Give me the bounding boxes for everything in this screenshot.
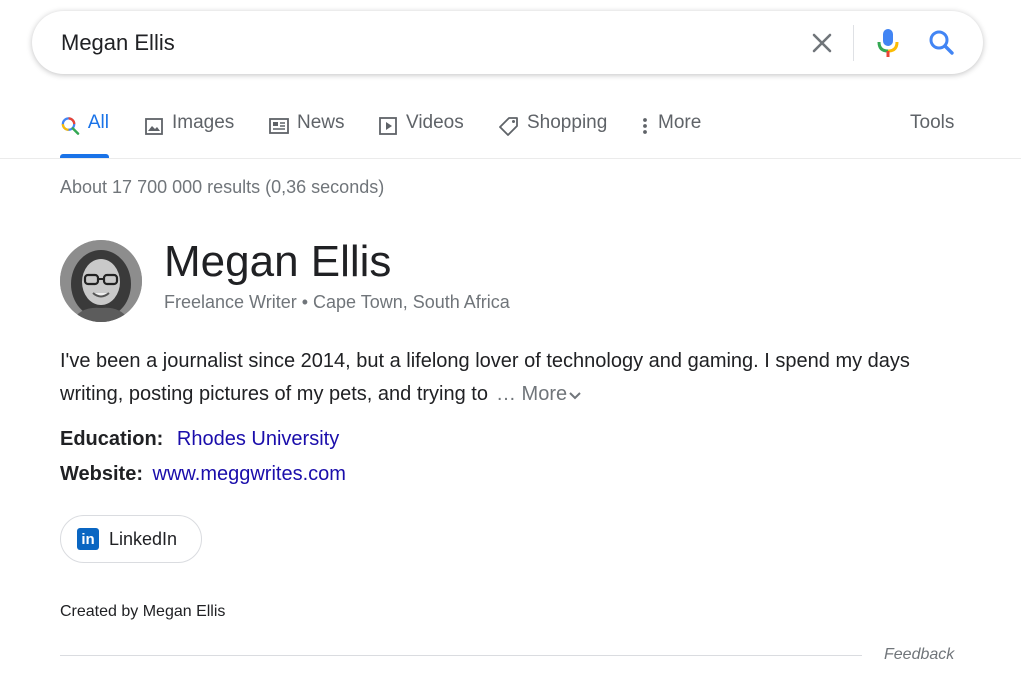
tabs-divider bbox=[0, 158, 1021, 159]
voice-search-button[interactable] bbox=[872, 25, 904, 61]
chevron-down-icon bbox=[569, 392, 581, 400]
description-text: I've been a journalist since 2014, but a… bbox=[60, 350, 910, 405]
tab-images[interactable]: Images bbox=[143, 112, 234, 158]
microphone-icon bbox=[877, 29, 899, 57]
search-icon bbox=[61, 117, 80, 135]
avatar[interactable] bbox=[60, 240, 142, 322]
fact-website: Website: www.meggwrites.com bbox=[60, 463, 346, 486]
tab-all[interactable]: All bbox=[60, 112, 109, 158]
tag-icon bbox=[499, 117, 518, 136]
knowledge-panel-description: I've been a journalist since 2014, but a… bbox=[60, 345, 960, 411]
close-icon bbox=[812, 33, 832, 53]
video-icon bbox=[379, 117, 397, 135]
image-icon bbox=[145, 118, 163, 135]
linkedin-profile-chip[interactable]: in LinkedIn bbox=[60, 515, 202, 563]
created-by: Created by Megan Ellis bbox=[60, 603, 226, 620]
search-bar-divider bbox=[853, 25, 854, 61]
website-link[interactable]: www.meggwrites.com bbox=[153, 463, 346, 485]
search-button[interactable] bbox=[924, 25, 960, 61]
linkedin-label: LinkedIn bbox=[109, 528, 178, 549]
tab-videos[interactable]: Videos bbox=[377, 112, 464, 158]
tab-shopping[interactable]: Shopping bbox=[498, 112, 607, 158]
tab-videos-label: Videos bbox=[406, 112, 464, 133]
linkedin-icon: in bbox=[77, 528, 99, 550]
feedback-link[interactable]: Feedback bbox=[884, 646, 954, 664]
result-stats: About 17 700 000 results (0,36 seconds) bbox=[60, 177, 385, 197]
website-label: Website: bbox=[60, 463, 143, 485]
profile-photo bbox=[60, 240, 142, 322]
tab-news-label: News bbox=[297, 112, 345, 133]
education-link[interactable]: Rhodes University bbox=[177, 428, 339, 450]
tab-images-label: Images bbox=[172, 112, 235, 133]
description-more-button[interactable]: … More bbox=[496, 383, 583, 405]
tools-button[interactable]: Tools bbox=[910, 112, 954, 134]
fact-education: Education: Rhodes University bbox=[60, 428, 339, 451]
tab-shopping-label: Shopping bbox=[527, 112, 608, 133]
search-input[interactable]: Megan Ellis bbox=[61, 30, 175, 56]
search-bar: Megan Ellis bbox=[32, 11, 983, 74]
knowledge-panel-title: Megan Ellis bbox=[164, 237, 392, 286]
clear-button[interactable] bbox=[806, 27, 838, 59]
tab-all-label: All bbox=[87, 112, 109, 133]
education-label: Education: bbox=[60, 428, 164, 450]
description-more-label: … More bbox=[495, 383, 568, 405]
news-icon bbox=[269, 118, 289, 134]
search-icon bbox=[929, 30, 954, 55]
bottom-divider bbox=[60, 655, 862, 656]
tab-news[interactable]: News bbox=[268, 112, 345, 158]
tab-more[interactable]: More bbox=[640, 112, 701, 158]
more-vert-icon bbox=[643, 118, 647, 134]
knowledge-panel-subtitle: Freelance Writer • Cape Town, South Afri… bbox=[164, 292, 510, 312]
tab-more-label: More bbox=[658, 112, 702, 133]
